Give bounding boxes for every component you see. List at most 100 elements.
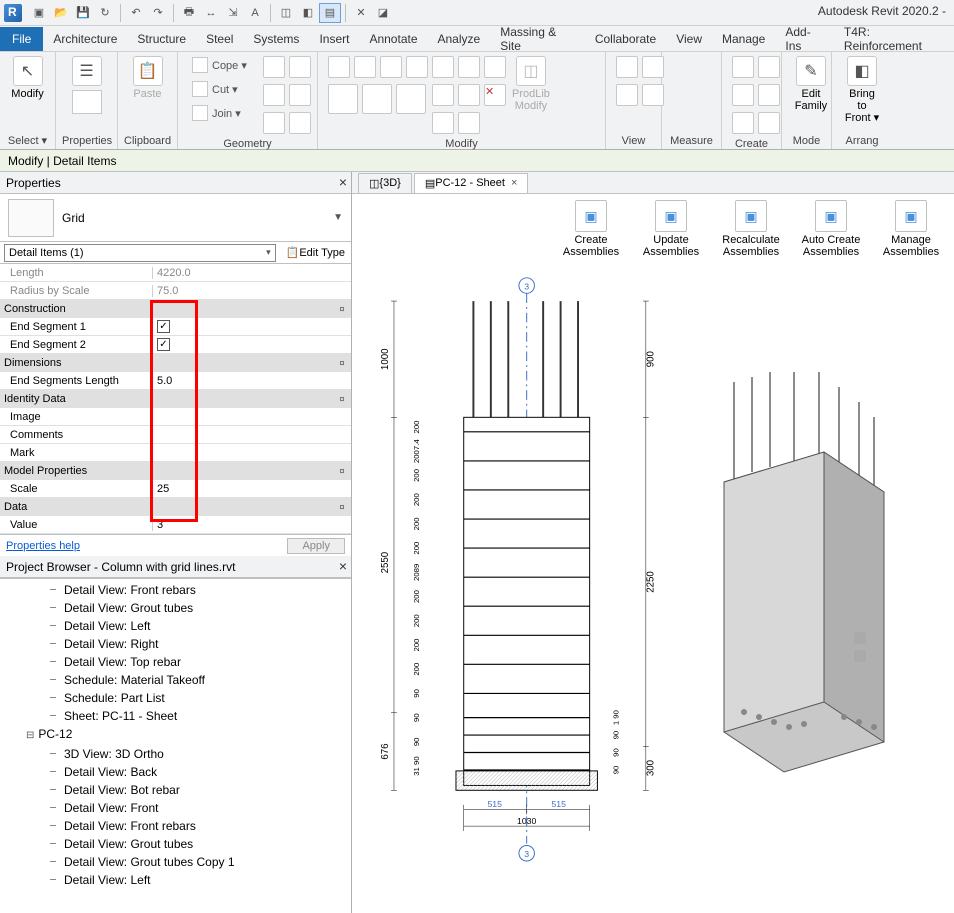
instance-filter-combo[interactable]: Detail Items (1): [4, 244, 276, 262]
view-icon[interactable]: [616, 56, 638, 78]
type-properties-icon[interactable]: [72, 90, 102, 114]
geom-icon[interactable]: [263, 112, 285, 134]
edit-family-button[interactable]: ✎Edit Family: [788, 54, 834, 114]
qat-undo-icon[interactable]: ↶: [125, 3, 147, 23]
browser-item[interactable]: Detail View: Grout tubes: [40, 835, 351, 853]
assembly-button[interactable]: ▣Auto CreateAssemblies: [796, 200, 866, 258]
geom-icon[interactable]: [263, 84, 285, 106]
drawing-canvas[interactable]: ◫ {3D} ▤ PC-12 - Sheet × ▣CreateAssembli…: [352, 172, 954, 913]
property-row[interactable]: Scale25: [0, 480, 351, 498]
qat-close-hidden-icon[interactable]: ✕: [350, 3, 372, 23]
tab-pc12-sheet[interactable]: ▤ PC-12 - Sheet ×: [414, 173, 529, 193]
qat-measure-icon[interactable]: ↔: [200, 3, 222, 23]
qat-save-icon[interactable]: 💾: [72, 3, 94, 23]
move-icon[interactable]: [406, 56, 428, 78]
align-icon[interactable]: [328, 56, 350, 78]
move-big-icon[interactable]: [328, 84, 358, 114]
close-icon[interactable]: ×: [339, 174, 347, 190]
create-icon[interactable]: [732, 112, 754, 134]
property-row[interactable]: Length4220.0: [0, 264, 351, 282]
property-row[interactable]: Mark: [0, 444, 351, 462]
checkbox-icon[interactable]: ✓: [157, 338, 170, 351]
view-icon[interactable]: [642, 56, 664, 78]
assembly-button[interactable]: ▣CreateAssemblies: [556, 200, 626, 258]
property-row[interactable]: Comments: [0, 426, 351, 444]
properties-title-bar[interactable]: Properties×: [0, 172, 351, 194]
qat-switch-icon[interactable]: ◪: [372, 3, 394, 23]
project-browser-title[interactable]: Project Browser - Column with grid lines…: [0, 556, 351, 578]
create-icon[interactable]: [732, 56, 754, 78]
menu-collaborate[interactable]: Collaborate: [585, 27, 666, 51]
assembly-button[interactable]: ▣UpdateAssemblies: [636, 200, 706, 258]
assembly-button[interactable]: ▣ManageAssemblies: [876, 200, 946, 258]
qat-text-icon[interactable]: A: [244, 3, 266, 23]
file-menu[interactable]: File: [0, 27, 43, 51]
view-icon[interactable]: [616, 84, 638, 106]
browser-item[interactable]: Sheet: PC-11 - Sheet: [40, 707, 351, 725]
array-icon[interactable]: [484, 56, 506, 78]
menu-view[interactable]: View: [666, 27, 712, 51]
qat-thin-lines-icon[interactable]: ▤: [319, 3, 341, 23]
browser-item[interactable]: Detail View: Grout tubes Copy 1: [40, 853, 351, 871]
close-icon[interactable]: ×: [339, 558, 347, 574]
close-tab-icon[interactable]: ×: [511, 177, 517, 189]
menu-manage[interactable]: Manage: [712, 27, 775, 51]
property-row[interactable]: End Segment 1✓: [0, 318, 351, 336]
cope-button[interactable]: Cope ▾: [188, 54, 251, 76]
browser-item[interactable]: Detail View: Front rebars: [40, 817, 351, 835]
menu-structure[interactable]: Structure: [127, 27, 196, 51]
join-button[interactable]: Join ▾: [188, 102, 251, 124]
menu-steel[interactable]: Steel: [196, 27, 243, 51]
property-row[interactable]: End Segments Length5.0: [0, 372, 351, 390]
checkbox-icon[interactable]: ✓: [157, 320, 170, 333]
qat-print-icon[interactable]: 🖶: [178, 3, 200, 23]
select-dropdown[interactable]: Select ▾: [6, 132, 49, 149]
trim-icon[interactable]: [432, 56, 454, 78]
browser-item[interactable]: Detail View: Left: [40, 617, 351, 635]
browser-item[interactable]: Detail View: Back: [40, 763, 351, 781]
qat-open-icon[interactable]: ▣: [28, 3, 50, 23]
create-icon[interactable]: [758, 56, 780, 78]
browser-item[interactable]: Detail View: Left: [40, 871, 351, 889]
delete-icon[interactable]: ✕: [484, 84, 506, 106]
split-icon[interactable]: [458, 56, 480, 78]
browser-item[interactable]: Detail View: Bot rebar: [40, 781, 351, 799]
geom-icon[interactable]: [289, 84, 311, 106]
browser-item[interactable]: Detail View: Front: [40, 799, 351, 817]
prodlib-modify-button[interactable]: ◫ProdLib Modify: [506, 54, 556, 114]
modify-tool-button[interactable]: ↖Modify: [5, 54, 51, 102]
mirror-icon[interactable]: [380, 56, 402, 78]
property-row[interactable]: Value3: [0, 516, 351, 534]
menu-analyze[interactable]: Analyze: [428, 27, 491, 51]
qat-section-icon[interactable]: ◧: [297, 3, 319, 23]
create-icon[interactable]: [732, 84, 754, 106]
property-row[interactable]: Image: [0, 408, 351, 426]
browser-item[interactable]: Schedule: Material Takeoff: [40, 671, 351, 689]
browser-item[interactable]: Detail View: Front rebars: [40, 581, 351, 599]
demolish-icon[interactable]: [458, 112, 480, 134]
browser-item[interactable]: 3D View: 3D Ortho: [40, 745, 351, 763]
pin-icon[interactable]: [458, 84, 480, 106]
bring-front-button[interactable]: ◧Bring to Front ▾: [838, 54, 886, 126]
geom-icon[interactable]: [263, 56, 285, 78]
offset-icon[interactable]: [354, 56, 376, 78]
qat-redo-icon[interactable]: ↷: [147, 3, 169, 23]
create-icon[interactable]: [758, 112, 780, 134]
apply-button[interactable]: Apply: [287, 538, 345, 554]
create-icon[interactable]: [758, 84, 780, 106]
qat-open-folder-icon[interactable]: 📂: [50, 3, 72, 23]
chevron-down-icon[interactable]: ▼: [333, 212, 343, 223]
browser-item[interactable]: Schedule: Part List: [40, 689, 351, 707]
qat-dim-icon[interactable]: ⇲: [222, 3, 244, 23]
browser-item[interactable]: Detail View: Top rebar: [40, 653, 351, 671]
qat-3d-icon[interactable]: ◫: [275, 3, 297, 23]
view-icon[interactable]: [642, 84, 664, 106]
assembly-button[interactable]: ▣RecalculateAssemblies: [716, 200, 786, 258]
browser-item[interactable]: Detail View: Right: [40, 635, 351, 653]
browser-item[interactable]: Detail View: Grout tubes: [40, 599, 351, 617]
paste-button[interactable]: 📋Paste: [125, 54, 171, 102]
menu-insert[interactable]: Insert: [309, 27, 359, 51]
menu-architecture[interactable]: Architecture: [43, 27, 127, 51]
edit-type-button[interactable]: 📋 Edit Type: [280, 246, 351, 259]
menu-annotate[interactable]: Annotate: [359, 27, 427, 51]
